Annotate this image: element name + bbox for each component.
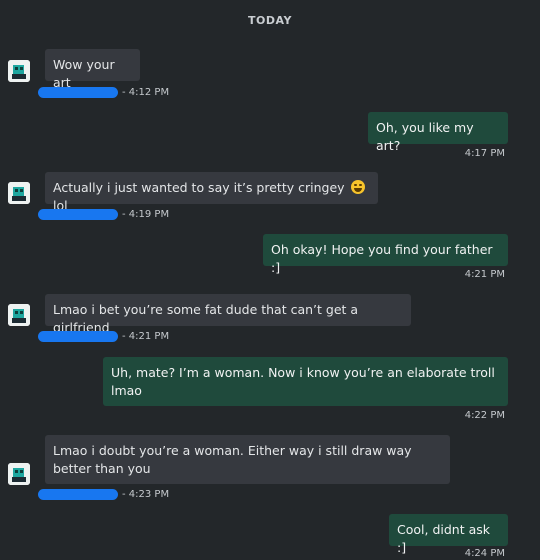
incoming-message[interactable]: Lmao i doubt you’re a woman. Either way …: [45, 435, 450, 484]
avatar-icon: [8, 182, 30, 204]
message-text: Actually i just wanted to say it’s prett…: [53, 180, 345, 195]
avatar-icon: [8, 463, 30, 485]
message-timestamp: - 4:23 PM: [122, 489, 170, 500]
redacted-username: [38, 87, 118, 98]
incoming-message[interactable]: Wow your art: [45, 49, 140, 90]
message-timestamp: 4:21 PM: [464, 269, 505, 280]
message-timestamp: - 4:21 PM: [122, 331, 170, 342]
message-timestamp: 4:24 PM: [464, 548, 505, 559]
outgoing-message[interactable]: Oh, you like my art?: [368, 112, 508, 153]
avatar[interactable]: [8, 463, 30, 485]
message-timestamp: - 4:19 PM: [122, 209, 170, 220]
message-text: Wow your art: [53, 57, 115, 90]
message-timestamp: 4:22 PM: [464, 410, 505, 421]
outgoing-message[interactable]: Uh, mate? I’m a woman. Now i know you’re…: [103, 357, 508, 406]
avatar[interactable]: [8, 182, 30, 204]
outgoing-message[interactable]: Cool, didnt ask :]: [389, 514, 508, 555]
outgoing-message[interactable]: Oh okay! Hope you find your father :]: [263, 234, 508, 275]
message-text: Uh, mate? I’m a woman. Now i know you’re…: [111, 365, 495, 398]
avatar-icon: [8, 304, 30, 326]
avatar-icon: [8, 60, 30, 82]
incoming-message[interactable]: Lmao i bet you’re some fat dude that can…: [45, 294, 411, 335]
redacted-username: [38, 209, 118, 220]
avatar[interactable]: [8, 304, 30, 326]
redacted-username: [38, 489, 118, 500]
message-text: Lmao i doubt you’re a woman. Either way …: [53, 443, 412, 476]
day-divider-label: TODAY: [248, 14, 292, 27]
incoming-message[interactable]: Actually i just wanted to say it’s prett…: [45, 172, 378, 213]
message-timestamp: 4:17 PM: [464, 148, 505, 159]
redacted-username: [38, 331, 118, 342]
message-timestamp: - 4:12 PM: [122, 87, 170, 98]
avatar[interactable]: [8, 60, 30, 82]
joy-emoji-icon: [350, 180, 365, 194]
